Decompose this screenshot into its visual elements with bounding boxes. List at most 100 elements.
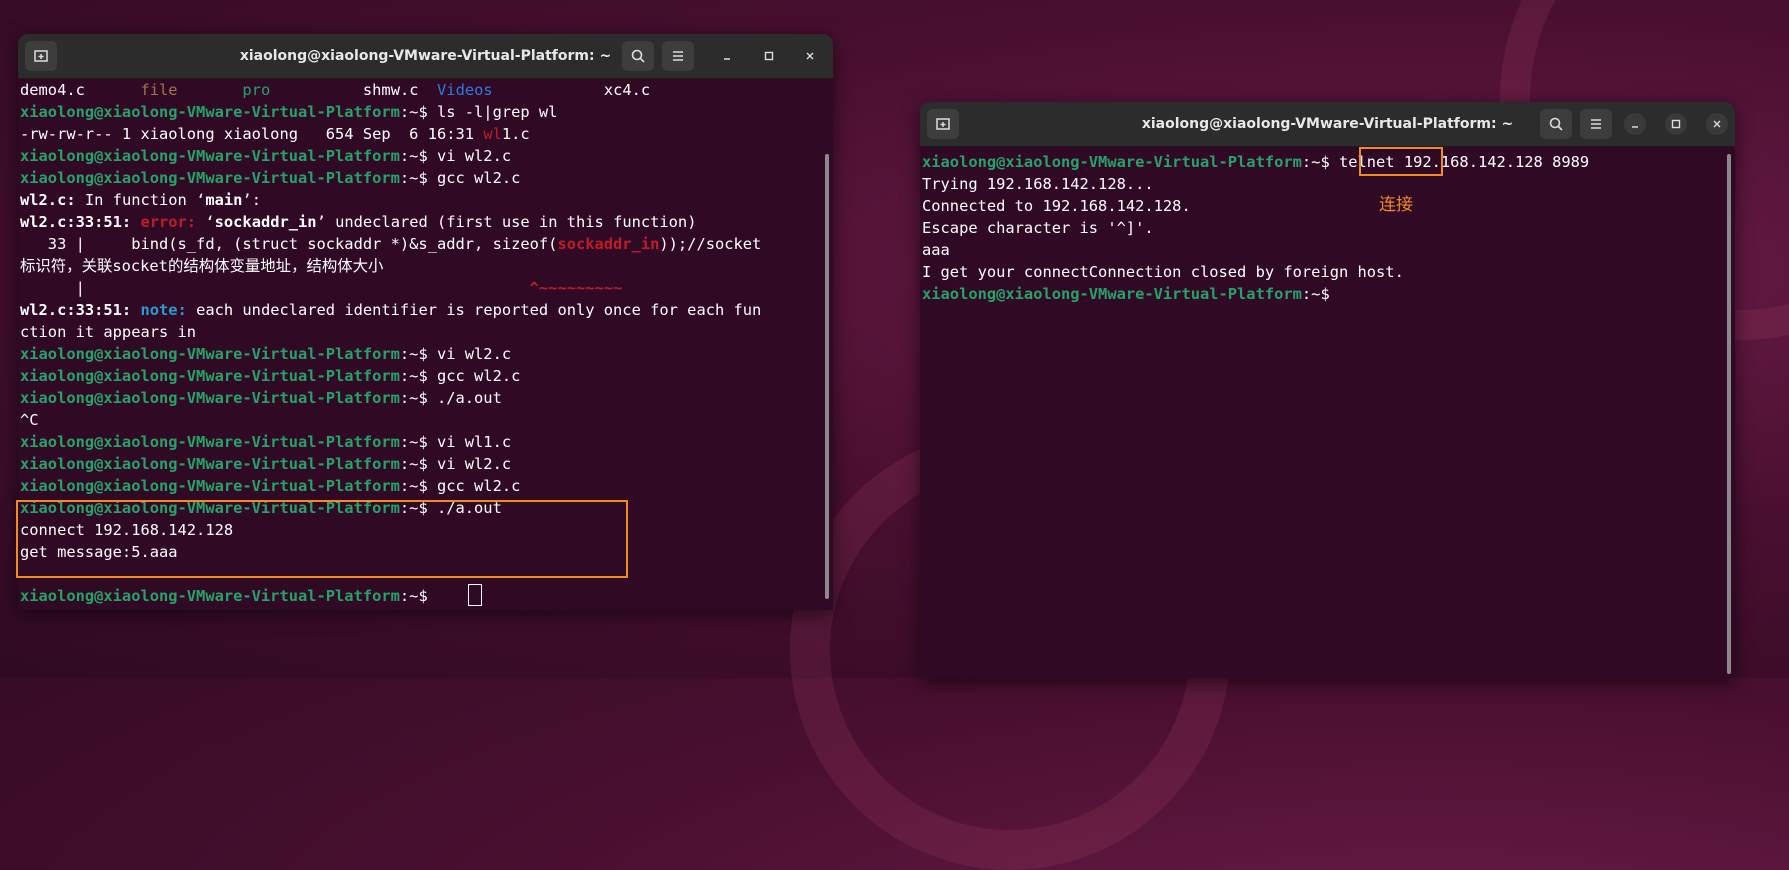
terminal-line: xiaolong@xiaolong-VMware-Virtual-Platfor… <box>920 283 1735 305</box>
terminal-line: | ^~~~~~~~~~ <box>18 277 833 299</box>
terminal-text: :~$ gcc wl2.c <box>399 367 521 385</box>
minimize-icon <box>1632 126 1638 128</box>
terminal-text: xiaolong@xiaolong-VMware-Virtual-Platfor… <box>20 433 400 451</box>
left-titlebar: xiaolong@xiaolong-VMware-Virtual-Platfor… <box>18 34 833 79</box>
terminal-line: ction it appears in <box>18 321 833 343</box>
terminal-text: wl2.c: <box>20 191 76 209</box>
terminal-text: xiaolong@xiaolong-VMware-Virtual-Platfor… <box>922 285 1302 303</box>
terminal-text: 33 | bind(s_fd, (struct sockaddr *)&s_ad… <box>20 235 558 253</box>
terminal-text: xiaolong@xiaolong-VMware-Virtual-Platfor… <box>20 477 400 495</box>
minimize-button[interactable] <box>1624 113 1646 135</box>
maximize-button[interactable] <box>758 45 780 67</box>
terminal-text: :~$ vi wl2.c <box>399 345 512 363</box>
terminal-line: xiaolong@xiaolong-VMware-Virtual-Platfor… <box>18 585 833 607</box>
highlight-box-server-output <box>16 500 628 578</box>
new-tab-button[interactable] <box>25 41 57 71</box>
terminal-line: xiaolong@xiaolong-VMware-Virtual-Platfor… <box>18 365 833 387</box>
terminal-text: wl2.c:33:51: <box>20 301 141 319</box>
terminal-text: sockaddr_in <box>557 235 660 253</box>
terminal-line: demo4.c file pro shmw.c Videos xc4.c <box>18 79 833 101</box>
new-tab-icon <box>34 50 48 62</box>
terminal-line: xiaolong@xiaolong-VMware-Virtual-Platfor… <box>18 343 833 365</box>
terminal-text: ’ undeclared (first use in this function… <box>316 213 697 231</box>
terminal-text: Escape character is '^]'. <box>922 219 1154 237</box>
terminal-text: shmw.c <box>270 81 438 99</box>
terminal-text: ^C <box>20 411 39 429</box>
maximize-button[interactable] <box>1665 113 1687 135</box>
terminal-line: xiaolong@xiaolong-VMware-Virtual-Platfor… <box>18 167 833 189</box>
terminal-text: xc4.c <box>492 81 651 99</box>
terminal-text: :~$ vi wl2.c <box>399 455 512 473</box>
terminal-line: xiaolong@xiaolong-VMware-Virtual-Platfor… <box>18 431 833 453</box>
search-icon <box>1549 117 1563 131</box>
terminal-text: | <box>20 279 530 297</box>
terminal-line: wl2.c:33:51: note: each undeclared ident… <box>18 299 833 321</box>
terminal-line: -rw-rw-r-- 1 xiaolong xiaolong 654 Sep 6… <box>18 123 833 145</box>
close-button[interactable] <box>799 45 821 67</box>
terminal-line: xiaolong@xiaolong-VMware-Virtual-Platfor… <box>18 145 833 167</box>
terminal-text: I get your connectConnection closed by f… <box>922 263 1404 281</box>
search-button[interactable] <box>622 41 654 71</box>
right-scrollbar[interactable] <box>1727 154 1731 674</box>
minimize-button[interactable] <box>716 45 738 67</box>
terminal-line: wl2.c:33:51: error: ‘sockaddr_in’ undecl… <box>18 211 833 233</box>
terminal-text: :~$ vi wl1.c <box>399 433 512 451</box>
left-scrollbar[interactable] <box>825 154 829 599</box>
terminal-text: xiaolong@xiaolong-VMware-Virtual-Platfor… <box>20 169 400 187</box>
right-window-title: xiaolong@xiaolong-VMware-Virtual-Platfor… <box>1141 116 1514 132</box>
terminal-text: In function ‘ <box>75 191 206 209</box>
terminal-text: aaa <box>922 241 950 259</box>
terminal-text: demo4.c <box>20 81 141 99</box>
terminal-text: -rw-rw-r-- 1 xiaolong xiaolong 654 Sep 6… <box>20 125 484 143</box>
close-icon <box>806 52 814 60</box>
terminal-line: xiaolong@xiaolong-VMware-Virtual-Platfor… <box>18 101 833 123</box>
close-button[interactable] <box>1706 113 1728 135</box>
terminal-line: ^C <box>18 409 833 431</box>
terminal-text: ction it appears in <box>20 323 197 341</box>
terminal-text: :~$ telnet 192.168.142.128 8989 <box>1301 153 1590 171</box>
terminal-line: xiaolong@xiaolong-VMware-Virtual-Platfor… <box>18 387 833 409</box>
new-tab-button[interactable] <box>927 109 959 139</box>
maximize-icon <box>764 51 774 61</box>
terminal-line: 标识符，关联socket的结构体变量地址，结构体大小 <box>18 255 833 277</box>
terminal-line: xiaolong@xiaolong-VMware-Virtual-Platfor… <box>18 453 833 475</box>
terminal-text: 1.c <box>501 125 530 143</box>
terminal-text: :~$ ls -l|grep wl <box>399 103 558 121</box>
annotation-connect: 连接 <box>1379 195 1413 215</box>
highlight-box-telnet <box>1359 147 1443 176</box>
terminal-text: error: <box>140 213 206 231</box>
terminal-text: wl2.c:33:51: <box>20 213 141 231</box>
terminal-text: Trying 192.168.142.128... <box>922 175 1154 193</box>
terminal-text: xiaolong@xiaolong-VMware-Virtual-Platfor… <box>20 587 400 605</box>
terminal-text: :~$ ./a.out <box>399 389 502 407</box>
terminal-text: file <box>140 81 178 99</box>
terminal-line: aaa <box>920 239 1735 261</box>
terminal-text: note: <box>140 301 197 319</box>
terminal-line: xiaolong@xiaolong-VMware-Virtual-Platfor… <box>18 475 833 497</box>
menu-button[interactable] <box>1580 109 1612 139</box>
terminal-text: :~$ <box>1301 285 1330 303</box>
search-button[interactable] <box>1540 109 1572 139</box>
terminal-text: xiaolong@xiaolong-VMware-Virtual-Platfor… <box>20 455 400 473</box>
menu-button[interactable] <box>662 41 694 71</box>
right-terminal-output[interactable]: xiaolong@xiaolong-VMware-Virtual-Platfor… <box>920 147 1735 305</box>
terminal-text: ^~~~~~~~~~ <box>529 279 623 297</box>
right-terminal-window: xiaolong@xiaolong-VMware-Virtual-Platfor… <box>920 102 1735 678</box>
terminal-text: ));//socket <box>659 235 762 253</box>
terminal-text: ‘ <box>205 213 215 231</box>
terminal-text: each undeclared identifier is reported o… <box>196 301 762 319</box>
terminal-text: xiaolong@xiaolong-VMware-Virtual-Platfor… <box>20 147 400 165</box>
terminal-text: xiaolong@xiaolong-VMware-Virtual-Platfor… <box>20 389 400 407</box>
close-icon <box>1713 120 1721 128</box>
terminal-line: I get your connectConnection closed by f… <box>920 261 1735 283</box>
terminal-text: xiaolong@xiaolong-VMware-Virtual-Platfor… <box>20 103 400 121</box>
terminal-line: Connected to 192.168.142.128. <box>920 195 1735 217</box>
terminal-line: xiaolong@xiaolong-VMware-Virtual-Platfor… <box>920 151 1735 173</box>
terminal-text: Videos <box>437 81 493 99</box>
terminal-text: sockaddr_in <box>214 213 317 231</box>
text-cursor <box>468 584 482 606</box>
maximize-icon <box>1671 119 1681 129</box>
terminal-text: 标识符，关联socket的结构体变量地址，结构体大小 <box>20 257 384 275</box>
terminal-line: Trying 192.168.142.128... <box>920 173 1735 195</box>
